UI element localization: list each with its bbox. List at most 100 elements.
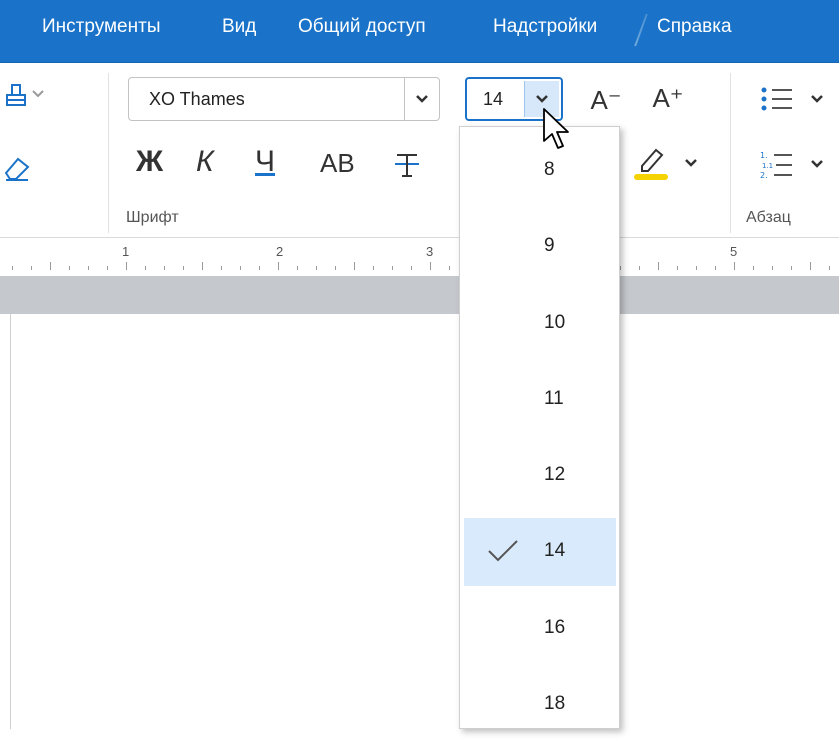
- svg-text:2.: 2.: [760, 171, 768, 180]
- ruler-tick: [430, 262, 431, 270]
- numbered-list-button[interactable]: 1. 1.1 2.: [752, 145, 832, 185]
- all-caps-button[interactable]: АВ: [320, 148, 355, 179]
- option-label: 12: [544, 464, 566, 485]
- group-separator: [730, 73, 731, 233]
- option-label: 8: [544, 159, 555, 180]
- font-size-option-selected[interactable]: 14: [464, 518, 616, 586]
- option-label: 11: [544, 388, 564, 409]
- bullet-list-button[interactable]: [752, 81, 832, 117]
- option-label: 18: [544, 693, 566, 714]
- ruler-number: 5: [730, 244, 738, 259]
- ruler-number: 1: [122, 244, 130, 259]
- option-label: 9: [544, 235, 555, 256]
- format-painter-button[interactable]: [0, 79, 50, 113]
- menu-view[interactable]: Вид: [222, 16, 256, 38]
- menu-tools[interactable]: Инструменты: [42, 16, 160, 38]
- group-separator: [108, 73, 109, 233]
- ruler-number: 2: [276, 244, 284, 259]
- bold-button[interactable]: Ж: [136, 145, 163, 179]
- ruler-tick: [88, 266, 89, 270]
- font-size-option[interactable]: 8: [464, 137, 616, 205]
- ruler-tick: [658, 262, 659, 270]
- ruler-tick: [221, 266, 222, 270]
- ruler-tick: [107, 266, 108, 270]
- strikethrough-icon: [395, 154, 419, 177]
- chevron-down-icon: [536, 95, 548, 103]
- svg-text:1.: 1.: [760, 151, 768, 160]
- font-size-option[interactable]: 9: [464, 213, 616, 281]
- svg-text:1.1: 1.1: [762, 162, 773, 170]
- ruler-tick: [31, 266, 32, 270]
- chevron-down-icon: [416, 95, 428, 103]
- numbered-list-icon: 1. 1.1 2.: [760, 151, 823, 180]
- ruler-tick: [145, 266, 146, 270]
- ruler-tick: [392, 266, 393, 270]
- font-size-option[interactable]: 11: [464, 366, 616, 434]
- ruler-tick: [69, 266, 70, 270]
- font-name-value: XO Thames: [149, 89, 245, 109]
- bullet-list-icon: [761, 87, 823, 111]
- option-label: 10: [544, 312, 566, 333]
- ruler-tick: [677, 266, 678, 270]
- ruler-tick: [373, 266, 374, 270]
- option-label: 16: [544, 617, 566, 638]
- ruler-tick: [202, 262, 203, 270]
- menu-addons[interactable]: Надстройки: [493, 16, 597, 38]
- ruler-tick: [354, 262, 355, 270]
- paragraph-group-label: Абзац: [746, 209, 791, 226]
- font-name-dropdown-button[interactable]: [404, 78, 439, 120]
- ruler-tick: [696, 266, 697, 270]
- menu-sharing[interactable]: Общий доступ: [298, 16, 426, 38]
- ruler-tick: [126, 262, 127, 270]
- ruler-tick: [411, 266, 412, 270]
- ruler-tick: [50, 262, 51, 270]
- ruler-tick: [278, 262, 279, 270]
- italic-button[interactable]: К: [196, 145, 214, 179]
- format-painter-icon: [6, 84, 44, 106]
- increase-font-size-button[interactable]: A⁺: [644, 81, 692, 115]
- ruler-tick: [715, 266, 716, 270]
- horizontal-ruler[interactable]: 1 2 3 5: [0, 238, 839, 276]
- checkmark-icon: [488, 540, 518, 562]
- ruler-number: 3: [426, 244, 434, 259]
- ruler-tick: [791, 266, 792, 270]
- ruler-tick: [753, 266, 754, 270]
- ruler-tick: [259, 266, 260, 270]
- ruler-tick: [772, 266, 773, 270]
- ruler-tick: [297, 266, 298, 270]
- page-edge: [10, 314, 11, 729]
- ruler-tick: [810, 262, 811, 270]
- font-size-option[interactable]: 12: [464, 442, 616, 510]
- highlight-color-button[interactable]: [630, 143, 710, 183]
- ruler-tick: [183, 266, 184, 270]
- font-size-value: 14: [483, 89, 504, 109]
- eraser-icon: [4, 157, 30, 181]
- font-size-option[interactable]: 10: [464, 290, 616, 358]
- font-size-dropdown-list[interactable]: 8 9 10 11 12 14 16 18: [459, 126, 620, 729]
- ruler-tick: [316, 266, 317, 270]
- ruler-tick: [829, 266, 830, 270]
- decrease-font-size-button[interactable]: A⁻: [584, 83, 628, 117]
- ruler-tick: [620, 266, 621, 270]
- ruler-tick: [240, 266, 241, 270]
- menu-separator: [634, 14, 648, 46]
- clear-formatting-button[interactable]: [0, 151, 34, 185]
- ribbon-toolbar: XO Thames 14 A⁻ A⁺ Ж К Ч АВ Шрифт 1. 1.1…: [0, 63, 839, 238]
- ruler-tick: [639, 266, 640, 270]
- ruler-tick: [164, 266, 165, 270]
- font-size-option[interactable]: 16: [464, 595, 616, 663]
- option-label: 14: [544, 540, 566, 561]
- mouse-cursor-icon: [543, 108, 569, 149]
- font-group-label: Шрифт: [126, 209, 179, 226]
- highlighter-icon: [634, 148, 697, 180]
- ruler-tick: [734, 262, 735, 270]
- page-gap: [0, 276, 839, 314]
- ruler-tick: [449, 266, 450, 270]
- font-name-combobox[interactable]: XO Thames: [128, 77, 440, 121]
- underline-button[interactable]: Ч: [255, 145, 275, 179]
- strikethrough-button[interactable]: [390, 147, 424, 183]
- menu-bar: Инструменты Вид Общий доступ Надстройки …: [0, 0, 839, 63]
- ruler-tick: [12, 266, 13, 270]
- menu-help[interactable]: Справка: [657, 16, 732, 38]
- ruler-tick: [335, 266, 336, 270]
